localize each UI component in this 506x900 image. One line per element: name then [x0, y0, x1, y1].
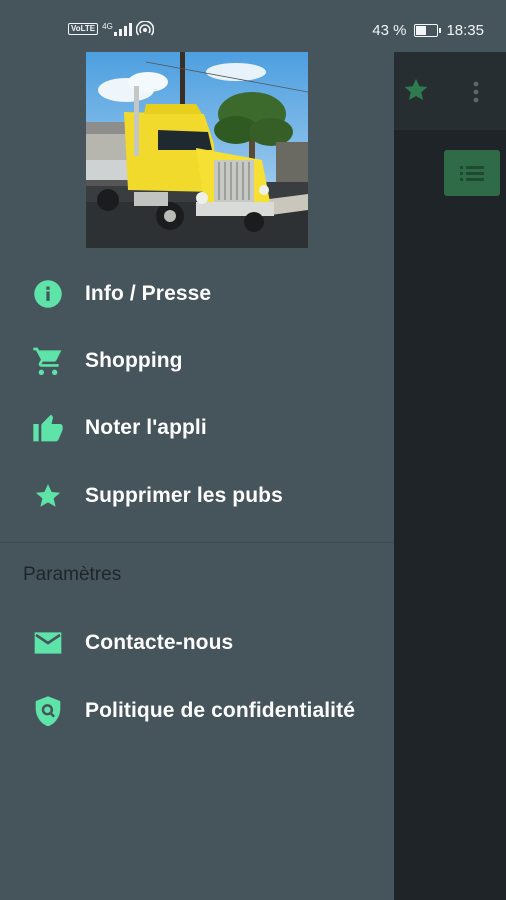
info-icon: [31, 277, 65, 311]
mobile-signal-icon: 4G: [102, 22, 132, 36]
list-view-button[interactable]: [444, 150, 500, 196]
star-icon[interactable]: [402, 76, 430, 104]
menu-item-supprimer-pubs[interactable]: Supprimer les pubs: [0, 466, 394, 526]
menu-item-label: Politique de confidentialité: [85, 699, 355, 722]
volte-icon: VoLTE: [68, 23, 99, 35]
cart-icon: [31, 344, 65, 378]
app-background: [394, 52, 506, 900]
menu-item-info-presse[interactable]: Info / Presse: [0, 264, 394, 324]
status-left: VoLTE 4G: [68, 21, 154, 37]
thumb-up-icon: [31, 411, 65, 445]
status-bar: VoLTE 4G 43 % 18:35: [0, 0, 506, 52]
more-vert-icon[interactable]: [466, 78, 486, 106]
menu-item-label: Noter l'appli: [85, 416, 207, 439]
menu-item-shopping[interactable]: Shopping: [0, 331, 394, 391]
menu-item-label: Info / Presse: [85, 282, 212, 305]
battery-percent: 43 %: [372, 22, 407, 39]
navigation-drawer: Info / Presse Shopping Noter l'appli Sup…: [0, 52, 394, 900]
star-icon: [31, 479, 65, 513]
menu-item-contacte-nous[interactable]: Contacte-nous: [0, 613, 394, 673]
menu-item-label: Supprimer les pubs: [85, 484, 283, 507]
network-type: 4G: [102, 22, 113, 31]
menu-item-label: Shopping: [85, 349, 183, 372]
shield-icon: [31, 694, 65, 728]
battery-icon: [414, 24, 442, 37]
menu-item-noter-appli[interactable]: Noter l'appli: [0, 398, 394, 458]
menu-item-label: Contacte-nous: [85, 631, 234, 654]
section-title-parametres: Paramètres: [23, 564, 122, 585]
app-toolbar: [394, 52, 506, 130]
clock: 18:35: [446, 22, 484, 39]
menu-item-politique-confidentialite[interactable]: Politique de confidentialité: [0, 681, 394, 741]
mail-icon: [31, 626, 65, 660]
list-icon: [460, 166, 484, 181]
status-right: 43 % 18:35: [372, 22, 484, 39]
divider: [0, 542, 394, 543]
truck-photo: [86, 52, 308, 248]
header-image: [86, 52, 308, 248]
hotspot-icon: [135, 21, 154, 36]
